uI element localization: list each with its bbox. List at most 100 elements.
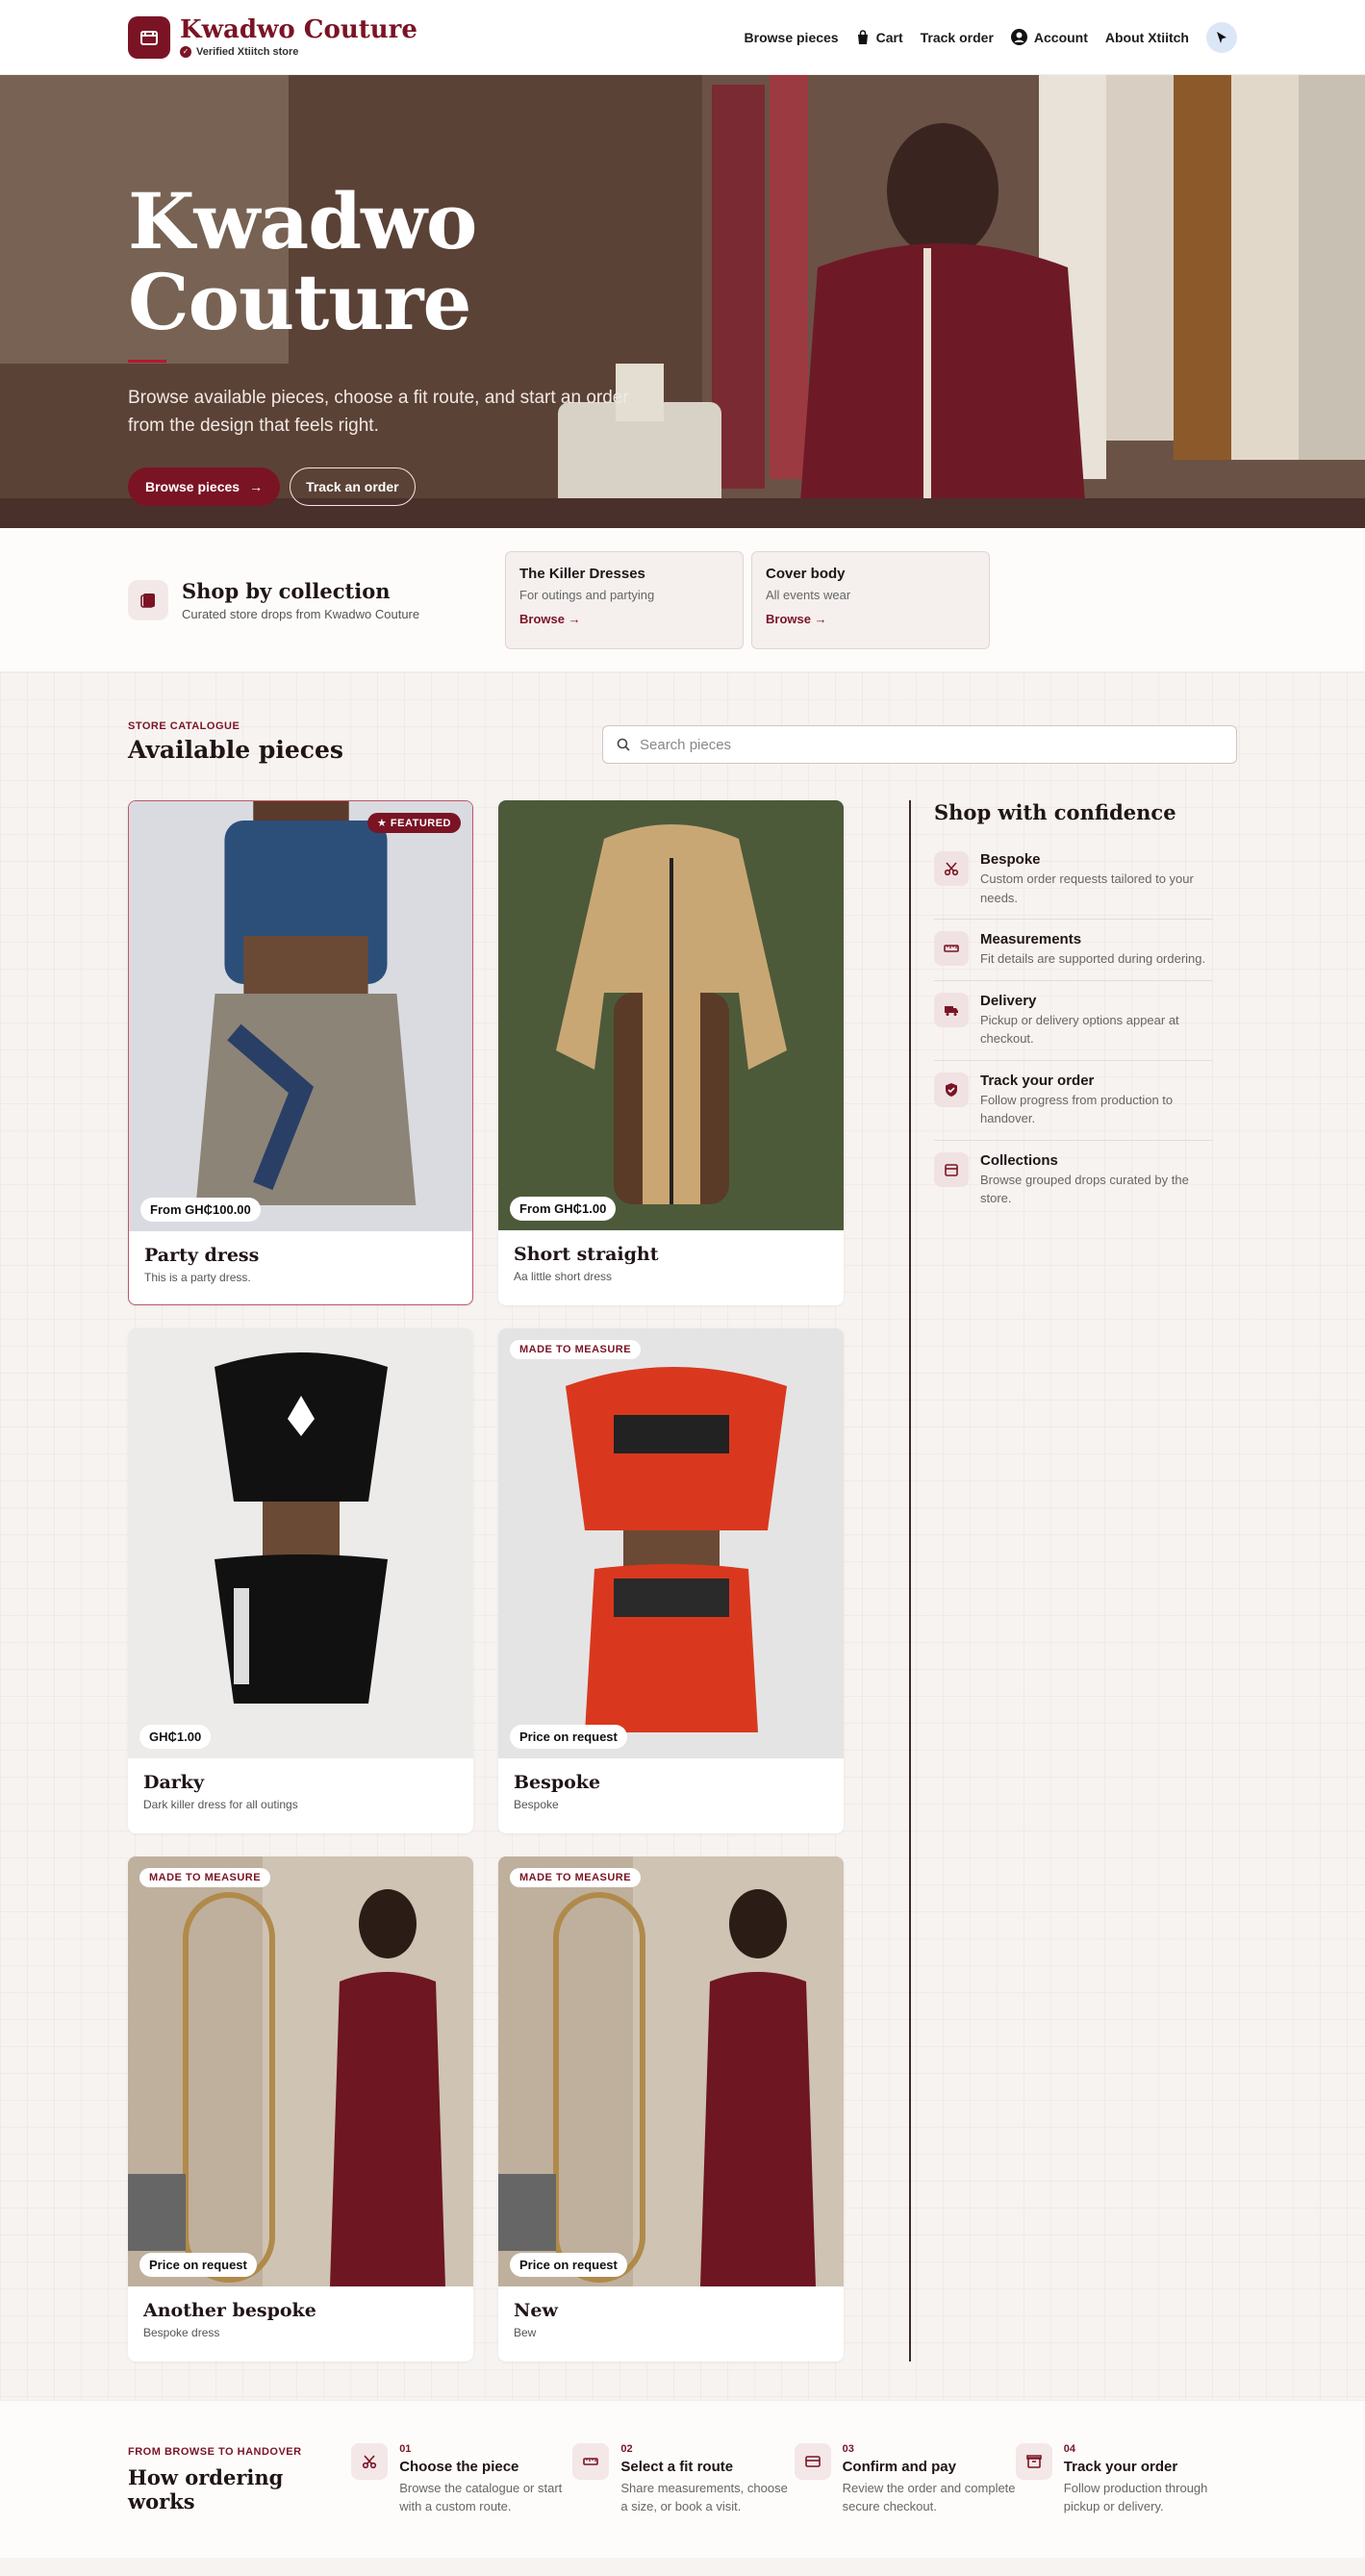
- credit-card-icon: [794, 2442, 831, 2480]
- step-number: 03: [842, 2442, 854, 2455]
- hero-content: Kwadwo Couture Browse available pieces, …: [128, 181, 667, 506]
- collections-section: Shop by collection Curated store drops f…: [0, 528, 1365, 672]
- product-description: Bew: [514, 2326, 537, 2339]
- product-title: Bespoke: [514, 1772, 601, 1793]
- confidence-item-title: Track your order: [980, 1072, 1095, 1089]
- brand-name: Kwadwo Couture: [180, 14, 417, 44]
- store-icon: [128, 15, 170, 59]
- confidence-item: Measurements Fit details are supported du…: [934, 920, 1213, 981]
- step-desc: Review the order and complete secure che…: [842, 2480, 1016, 2514]
- browse-pieces-label: Browse pieces: [145, 478, 240, 494]
- bag-icon: [857, 29, 868, 44]
- arrow-right-icon: →: [568, 611, 581, 626]
- collection-card[interactable]: The Killer Dresses For outings and party…: [505, 550, 744, 649]
- confidence-title: Shop with confidence: [934, 800, 1176, 824]
- brand[interactable]: Kwadwo Couture ✓ Verified Xtiitch store: [128, 14, 417, 59]
- cursor-icon[interactable]: [1206, 21, 1237, 53]
- product-description: This is a party dress.: [144, 1271, 251, 1284]
- nav-about-label: About Xtiitch: [1104, 29, 1189, 45]
- nav-browse[interactable]: Browse pieces: [745, 30, 839, 45]
- ruler-icon: [572, 2442, 610, 2480]
- made-to-measure-badge: MADE TO MEASURE: [510, 1868, 642, 1887]
- confidence-item-title: Measurements: [980, 931, 1082, 947]
- howto-title: How ordering works: [128, 2464, 284, 2513]
- product-description: Dark killer dress for all outings: [143, 1798, 298, 1811]
- price-pill: Price on request: [510, 2253, 627, 2277]
- product-card[interactable]: GH₵1.00 Darky Dark killer dress for all …: [128, 1328, 473, 1833]
- product-description: Aa little short dress: [514, 1270, 613, 1283]
- ruler-icon: [934, 931, 969, 966]
- catalogue-section: STORE CATALOGUE Available pieces Search …: [0, 672, 1365, 2400]
- price-pill: From GH₵100.00: [140, 1198, 261, 1222]
- made-to-measure-badge: MADE TO MEASURE: [139, 1868, 271, 1887]
- product-title: Another bespoke: [143, 2300, 316, 2321]
- product-card[interactable]: MADE TO MEASURE Price on request New Bew: [498, 1856, 844, 2361]
- hero-rule: [128, 360, 166, 363]
- product-image: MADE TO MEASURE Price on request: [498, 1328, 844, 1758]
- nav-account[interactable]: Account: [1010, 29, 1088, 45]
- shield-check-icon: [934, 1072, 969, 1107]
- check-icon: ✓: [180, 45, 191, 58]
- product-image: MADE TO MEASURE Price on request: [128, 1856, 473, 2286]
- verified-label: Verified Xtiitch store: [196, 45, 299, 58]
- hero-subtitle: Browse available pieces, choose a fit ro…: [128, 388, 629, 437]
- product-card[interactable]: MADE TO MEASURE Price on request Another…: [128, 1856, 473, 2361]
- step-desc: Follow production through pickup or deli…: [1063, 2480, 1208, 2514]
- price-pill: Price on request: [510, 1725, 627, 1749]
- confidence-item-desc: Browse grouped drops curated by the stor…: [980, 1172, 1189, 1206]
- product-title: Darky: [143, 1772, 205, 1793]
- collections-subtitle: Curated store drops from Kwadwo Couture: [182, 606, 420, 621]
- product-image: ★ FEATURED From GH₵100.00: [129, 801, 472, 1231]
- confidence-item: Collections Browse grouped drops curated …: [934, 1141, 1213, 1220]
- step-item: 01 Choose the piece Browse the catalogue o…: [351, 2442, 572, 2516]
- step-number: 04: [1063, 2442, 1076, 2455]
- product-image: From GH₵1.00: [498, 800, 844, 1230]
- browse-pieces-button[interactable]: Browse pieces →: [128, 467, 281, 506]
- product-card[interactable]: From GH₵1.00 Short straight Aa little sh…: [498, 800, 844, 1305]
- step-item: 02 Select a fit route Share measurements, …: [572, 2442, 794, 2516]
- verified-badge: ✓ Verified Xtiitch store: [180, 45, 417, 58]
- product-image: MADE TO MEASURE Price on request: [498, 1856, 844, 2286]
- nav-cart[interactable]: Cart: [856, 30, 903, 45]
- nav-account-label: Account: [1033, 29, 1088, 45]
- product-description: Bespoke dress: [143, 2326, 220, 2339]
- nav-track-label: Track order: [920, 29, 994, 45]
- step-number: 01: [399, 2442, 412, 2455]
- how-ordering-works: FROM BROWSE TO HANDOVER How ordering wor…: [0, 2400, 1365, 2558]
- step-title: Choose the piece: [399, 2458, 519, 2475]
- collection-browse-label: Browse: [766, 611, 811, 626]
- price-pill: From GH₵1.00: [510, 1197, 617, 1221]
- catalogue-eyebrow: STORE CATALOGUE: [128, 720, 240, 732]
- nav-about[interactable]: About Xtiitch: [1105, 30, 1189, 45]
- main-nav: Browse pieces Cart Track order Account A…: [745, 21, 1237, 53]
- nav-cart-label: Cart: [875, 29, 903, 45]
- confidence-panel: Shop with confidence Bespoke Custom order…: [934, 800, 1213, 2361]
- collection-card[interactable]: Cover body All events wear Browse →: [751, 550, 990, 649]
- step-desc: Browse the catalogue or start with a cus…: [399, 2480, 563, 2514]
- collection-title: Cover body: [766, 565, 846, 582]
- product-card[interactable]: ★ FEATURED From GH₵100.00 Party dress Th…: [128, 800, 473, 1305]
- price-pill: Price on request: [139, 2253, 257, 2277]
- confidence-item: Track your order Follow progress from pro…: [934, 1061, 1213, 1141]
- product-description: Bespoke: [514, 1798, 559, 1811]
- step-title: Select a fit route: [620, 2458, 734, 2475]
- collection-browse-link[interactable]: Browse →: [519, 612, 729, 626]
- track-order-button[interactable]: Track an order: [290, 467, 416, 506]
- step-title: Track your order: [1063, 2458, 1178, 2475]
- collection-subtitle: For outings and partying: [519, 587, 655, 602]
- search-input[interactable]: Search pieces: [602, 725, 1237, 764]
- confidence-item-desc: Fit details are supported during orderin…: [980, 951, 1206, 966]
- collection-browse-link[interactable]: Browse →: [766, 612, 975, 626]
- site-header: Kwadwo Couture ✓ Verified Xtiitch store …: [0, 0, 1365, 75]
- confidence-item-title: Bespoke: [980, 851, 1041, 868]
- search-icon: [617, 738, 630, 751]
- scissors-icon: [934, 851, 969, 886]
- nav-browse-label: Browse pieces: [744, 29, 839, 45]
- arrow-right-icon: →: [249, 478, 264, 494]
- step-item: 04 Track your order Follow production thro…: [1015, 2442, 1237, 2516]
- track-order-label: Track an order: [306, 478, 399, 494]
- made-to-measure-badge: MADE TO MEASURE: [510, 1340, 642, 1359]
- nav-track[interactable]: Track order: [921, 30, 994, 45]
- product-card[interactable]: MADE TO MEASURE Price on request Bespoke…: [498, 1328, 844, 1833]
- step-title: Confirm and pay: [842, 2458, 956, 2475]
